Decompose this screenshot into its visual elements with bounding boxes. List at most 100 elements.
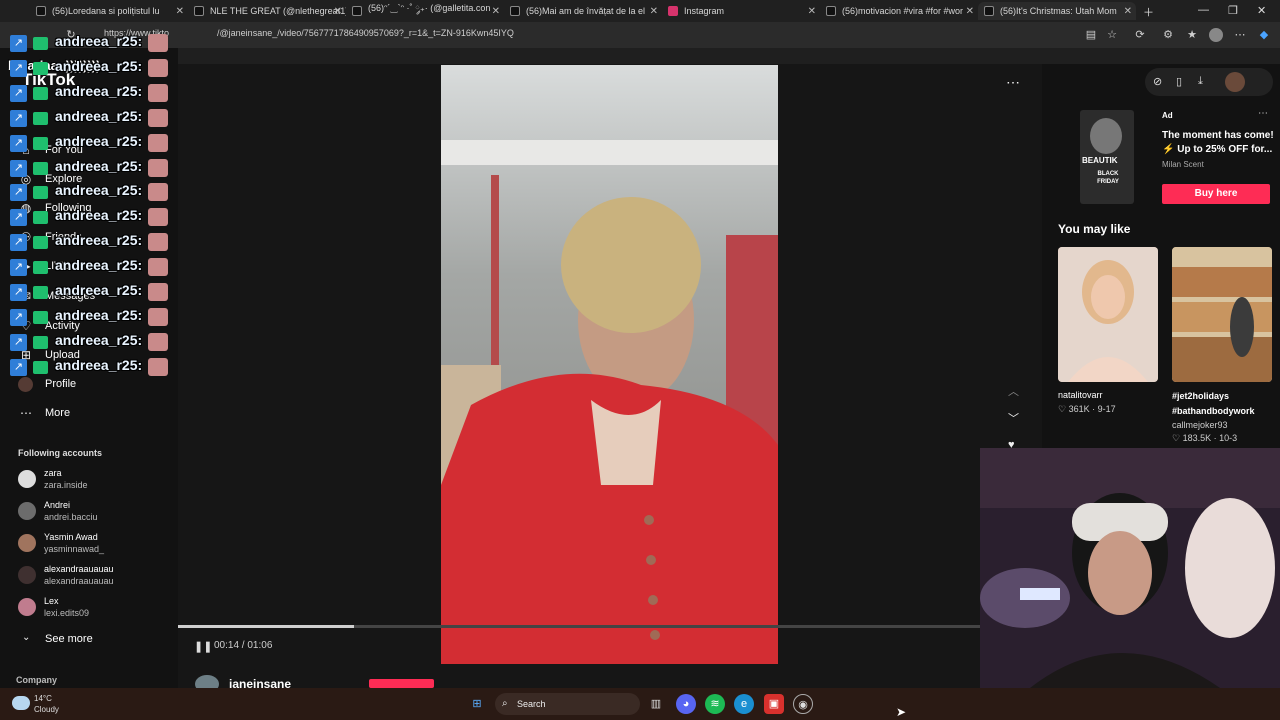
browser-tab[interactable]: (56)ᵔ´‿`ᵔ ·˚ ༘₊· (@galletita.con ✕ xyxy=(346,2,504,20)
chat-emote-icon xyxy=(148,58,168,77)
account-handle: lexi.edits09 xyxy=(44,608,90,618)
chat-badge-icon: ↗ xyxy=(10,209,27,227)
weather-icon[interactable] xyxy=(12,696,30,710)
browser-tab[interactable]: (56)Loredana si polițistul lu ✕ xyxy=(30,2,188,20)
discord-icon[interactable]: ◕ xyxy=(676,694,696,714)
progress-bar[interactable] xyxy=(178,625,980,628)
card-author[interactable]: callmejoker93 xyxy=(1172,420,1228,430)
account-name: alexandraauauau xyxy=(44,564,114,574)
extensions-icon[interactable]: ⟳ xyxy=(1133,28,1147,42)
pause-icon[interactable]: ❚❚ xyxy=(194,640,212,653)
favorite-star-icon[interactable]: ☆ xyxy=(1105,28,1119,42)
browser-tab-active[interactable]: (56)It's Christmas: Utah Mom ✕ xyxy=(978,2,1136,20)
app-red-icon[interactable]: ▣ xyxy=(764,694,784,714)
chat-badge-icon xyxy=(33,360,48,374)
compass-icon[interactable]: ⊘ xyxy=(1153,75,1162,88)
windows-start-icon[interactable]: ⊞ xyxy=(467,694,487,714)
close-icon[interactable]: ✕ xyxy=(1124,6,1132,17)
chat-row: ↗ andreea_r25: xyxy=(10,82,172,104)
chat-username: andreea_r25: xyxy=(55,282,143,298)
chat-row: ↗ andreea_r25: xyxy=(10,281,172,303)
more-options-icon[interactable]: ⋯ xyxy=(1258,108,1268,119)
maximize-icon[interactable]: ❐ xyxy=(1228,4,1238,17)
ad-title: The moment has come! xyxy=(1162,130,1274,141)
new-tab-icon[interactable]: ＋ xyxy=(1143,4,1154,20)
chevron-up-icon[interactable]: ︿ xyxy=(1008,383,1019,399)
menu-dots-icon[interactable]: ⋯ xyxy=(1233,28,1247,42)
spotify-icon[interactable]: ≋ xyxy=(705,694,725,714)
window-close-icon[interactable]: ✕ xyxy=(1257,4,1266,17)
close-icon[interactable]: ✕ xyxy=(650,6,658,17)
chat-row: ↗ andreea_r25: xyxy=(10,331,172,353)
taskbar-search[interactable]: Search xyxy=(495,693,640,715)
file-explorer-icon[interactable]: ▥ xyxy=(646,694,666,714)
download-icon[interactable]: ⤓ xyxy=(1198,75,1203,88)
chat-username: andreea_r25: xyxy=(55,331,143,348)
chat-badge-icon: ↗ xyxy=(10,284,27,301)
chat-badge-icon: ↗ xyxy=(10,59,27,77)
copilot-icon[interactable]: ◆ xyxy=(1257,28,1271,42)
chat-emote-icon xyxy=(148,158,168,177)
device-icon[interactable]: ▯ xyxy=(1176,75,1182,88)
chat-emote-icon xyxy=(148,83,168,102)
tiktok-favicon-icon xyxy=(984,6,994,16)
obs-icon[interactable]: ◉ xyxy=(793,694,813,714)
chat-badge-icon: ↗ xyxy=(10,35,27,52)
suggested-video-card[interactable] xyxy=(1172,247,1272,382)
nav-more[interactable]: More xyxy=(45,407,70,419)
collections-icon[interactable]: ★ xyxy=(1185,28,1199,42)
profile-avatar-icon[interactable] xyxy=(1209,28,1223,42)
minimize-icon[interactable]: — xyxy=(1198,4,1209,16)
account-name: zara xyxy=(44,468,62,478)
buy-here-button[interactable]: Buy here xyxy=(1162,184,1270,204)
chevron-down-icon: ⌄ xyxy=(22,632,31,643)
reader-icon[interactable]: ▤ xyxy=(1084,28,1098,42)
suggested-video-card[interactable] xyxy=(1058,247,1158,382)
settings-icon[interactable]: ⚙ xyxy=(1161,28,1175,42)
mouse-cursor-icon: ➤ xyxy=(896,705,907,719)
close-icon[interactable]: ✕ xyxy=(808,6,816,17)
chat-badge-icon xyxy=(33,236,48,250)
chat-badge-icon: ↗ xyxy=(10,234,27,252)
tiktok-favicon-icon xyxy=(194,6,204,16)
avatar xyxy=(18,566,36,584)
chat-username: andreea_r25: xyxy=(55,157,143,174)
you-may-like-title: You may like xyxy=(1058,222,1131,236)
close-icon[interactable]: ✕ xyxy=(176,6,184,17)
browser-tab[interactable]: (56)motivacion #vira #for #wor ✕ xyxy=(820,2,978,20)
weather-desc[interactable]: Cloudy xyxy=(34,705,59,714)
card-caption[interactable]: #jet2holidays #bathandbodywork xyxy=(1172,389,1272,419)
tab-title: (56)It's Christmas: Utah Mom xyxy=(1000,6,1117,16)
chat-badge-icon xyxy=(33,186,48,200)
url-text-rest: /@janeinsane_/video/7567771786490957069?… xyxy=(217,28,514,38)
chat-badge-icon xyxy=(33,86,48,100)
browser-tab[interactable]: Instagram ✕ xyxy=(662,2,820,20)
close-icon[interactable]: ✕ xyxy=(334,6,342,17)
browser-tab[interactable]: (56)Mai am de învățat de la el ✕ xyxy=(504,2,662,20)
tab-title: (56)Loredana si polițistul lu xyxy=(52,6,160,16)
chat-emote-icon xyxy=(148,307,168,326)
close-icon[interactable]: ✕ xyxy=(966,6,974,17)
avatar[interactable] xyxy=(1225,72,1245,92)
edge-icon[interactable]: e xyxy=(734,694,754,714)
chat-row: ↗ andreea_r25: xyxy=(10,157,172,179)
webcam-image xyxy=(980,448,1280,688)
chat-row: ↗ andreea_r25: xyxy=(10,57,172,79)
see-more-link[interactable]: See more xyxy=(45,633,93,645)
chat-username: andreea_r25: xyxy=(55,132,143,149)
close-icon[interactable]: ✕ xyxy=(492,6,500,17)
video-player[interactable] xyxy=(441,65,778,664)
company-link[interactable]: Company xyxy=(16,675,57,685)
chat-badge-icon xyxy=(33,261,48,275)
card-author[interactable]: natalitovarr xyxy=(1058,390,1103,400)
ad-image-text: BEAUTIK xyxy=(1082,156,1118,165)
follow-button[interactable] xyxy=(369,679,434,688)
browser-tab[interactable]: NLE THE GREAT (@nlethegreat1) ✕ xyxy=(188,2,346,20)
nav-profile[interactable]: Profile xyxy=(45,378,76,390)
more-options-icon[interactable]: ⋯ xyxy=(1006,74,1020,91)
ad-subtitle: ⚡ Up to 25% OFF for... xyxy=(1162,144,1273,155)
chevron-down-icon[interactable]: ﹀ xyxy=(1008,410,1019,426)
weather-temp[interactable]: 14°C xyxy=(34,694,52,703)
tab-title: Instagram xyxy=(684,6,725,16)
ad-image[interactable]: BEAUTIK BLACK FRIDAY xyxy=(1080,110,1134,204)
